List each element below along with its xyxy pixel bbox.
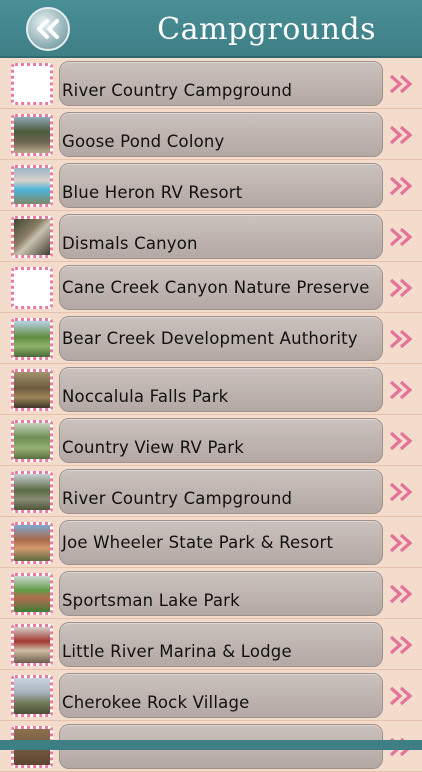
item-button[interactable]: Dismals Canyon xyxy=(59,214,383,259)
list-item[interactable]: River Country Campground xyxy=(0,58,422,109)
chevron-right-icon[interactable] xyxy=(389,533,415,553)
list-item[interactable]: Cherokee Rock Village xyxy=(0,670,422,721)
thumbnail-image xyxy=(11,522,53,564)
item-label: River Country Campground xyxy=(62,488,293,508)
item-button[interactable]: Country View RV Park xyxy=(59,418,383,463)
chevron-right-icon[interactable] xyxy=(389,74,415,94)
list-item[interactable]: Blue Heron RV Resort xyxy=(0,160,422,211)
item-label: Cherokee Rock Village xyxy=(62,692,250,712)
item-label: Little River Marina & Lodge xyxy=(62,641,292,661)
thumbnail-image xyxy=(11,216,53,258)
thumbnail-image xyxy=(11,369,53,411)
thumbnail-image xyxy=(11,420,53,462)
list-item[interactable]: Joe Wheeler State Park & Resort xyxy=(0,517,422,568)
chevron-right-icon[interactable] xyxy=(389,329,415,349)
thumbnail-image xyxy=(11,165,53,207)
page-title: Campgrounds xyxy=(157,12,376,47)
chevron-right-icon[interactable] xyxy=(389,584,415,604)
item-label: River Country Campground xyxy=(62,80,293,100)
item-label: Joe Wheeler State Park & Resort xyxy=(62,532,334,552)
list-item[interactable]: Bear Creek Development Authority xyxy=(0,313,422,364)
chevron-right-icon[interactable] xyxy=(389,176,415,196)
thumbnail-image xyxy=(11,63,53,105)
list-item[interactable]: Sportsman Lake Park xyxy=(0,568,422,619)
thumbnail-image xyxy=(11,318,53,360)
item-button[interactable]: Sportsman Lake Park xyxy=(59,571,383,616)
item-label: Sportsman Lake Park xyxy=(62,590,240,610)
bottom-bar xyxy=(0,740,422,750)
thumbnail-image xyxy=(11,573,53,615)
item-label: Blue Heron RV Resort xyxy=(62,182,243,202)
item-label: Dismals Canyon xyxy=(62,233,198,253)
campground-list: River Country Campground Goose Pond Colon… xyxy=(0,58,422,772)
thumbnail-image xyxy=(11,114,53,156)
thumbnail-image xyxy=(11,267,53,309)
list-item[interactable]: River Country Campground xyxy=(0,466,422,517)
chevron-right-icon[interactable] xyxy=(389,278,415,298)
item-label: Noccalula Falls Park xyxy=(62,386,229,406)
list-item[interactable]: Goose Pond Colony xyxy=(0,109,422,160)
thumbnail-image xyxy=(11,471,53,513)
item-label: Country View RV Park xyxy=(62,437,244,457)
thumbnail-image xyxy=(11,675,53,717)
item-button[interactable]: Little River Marina & Lodge xyxy=(59,622,383,667)
item-button[interactable]: Blue Heron RV Resort xyxy=(59,163,383,208)
list-item[interactable]: Dismals Canyon xyxy=(0,211,422,262)
chevron-right-icon[interactable] xyxy=(389,482,415,502)
thumbnail-image xyxy=(11,624,53,666)
header-bar: Campgrounds xyxy=(0,0,422,58)
chevron-right-icon[interactable] xyxy=(389,380,415,400)
item-label: Goose Pond Colony xyxy=(62,131,225,151)
item-button[interactable]: Noccalula Falls Park xyxy=(59,367,383,412)
list-item[interactable]: Noccalula Falls Park xyxy=(0,364,422,415)
back-button[interactable] xyxy=(26,7,70,51)
item-button[interactable]: Joe Wheeler State Park & Resort xyxy=(59,520,383,565)
item-label: Bear Creek Development Authority xyxy=(62,328,358,348)
chevron-right-icon[interactable] xyxy=(389,227,415,247)
list-item[interactable]: Cane Creek Canyon Nature Preserve xyxy=(0,262,422,313)
chevron-right-icon[interactable] xyxy=(389,431,415,451)
list-item[interactable]: Little River Marina & Lodge xyxy=(0,619,422,670)
item-button[interactable]: Cherokee Rock Village xyxy=(59,673,383,718)
chevron-right-icon[interactable] xyxy=(389,635,415,655)
item-button[interactable]: Bear Creek Development Authority xyxy=(59,316,383,361)
item-button[interactable]: Cane Creek Canyon Nature Preserve xyxy=(59,265,383,310)
item-button[interactable]: Goose Pond Colony xyxy=(59,112,383,157)
chevron-right-icon[interactable] xyxy=(389,125,415,145)
list-item[interactable]: Country View RV Park xyxy=(0,415,422,466)
chevron-right-icon[interactable] xyxy=(389,686,415,706)
item-label: Cane Creek Canyon Nature Preserve xyxy=(62,277,370,297)
item-button[interactable]: River Country Campground xyxy=(59,469,383,514)
item-button[interactable]: River Country Campground xyxy=(59,61,383,106)
double-chevron-left-icon xyxy=(37,19,59,39)
